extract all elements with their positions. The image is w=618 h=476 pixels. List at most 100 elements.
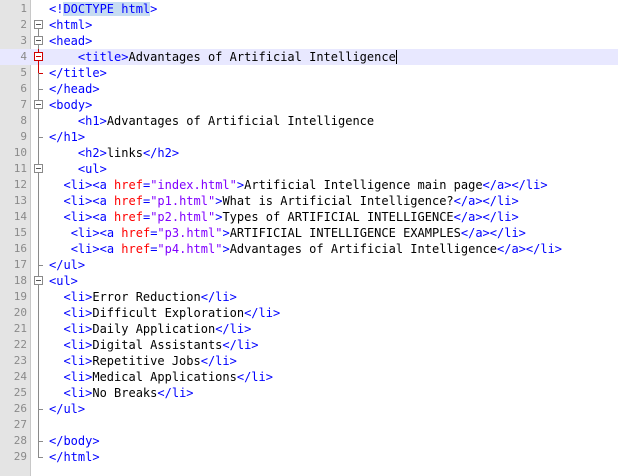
code-text[interactable]: </body> bbox=[49, 433, 100, 449]
code-line[interactable]: 10 <h2>links</h2> bbox=[0, 145, 618, 161]
code-line[interactable]: 8 <h1>Advantages of Artificial Intellige… bbox=[0, 113, 618, 129]
code-line[interactable]: 4 <title>Advantages of Artificial Intell… bbox=[0, 49, 618, 65]
attribute-token: href bbox=[121, 242, 151, 256]
code-line[interactable]: 6 </head> bbox=[0, 81, 618, 97]
fold-guide bbox=[34, 257, 45, 273]
code-text[interactable]: <!DOCTYPE html> bbox=[49, 1, 157, 17]
line-number: 24 bbox=[13, 370, 27, 383]
code-line[interactable]: 18 <ul> bbox=[0, 273, 618, 289]
code-line[interactable]: 26 </ul> bbox=[0, 401, 618, 417]
code-text[interactable]: <li>Repetitive Jobs</li> bbox=[49, 353, 236, 369]
fold-toggle-icon[interactable] bbox=[34, 161, 45, 177]
line-number: 27 bbox=[13, 418, 27, 431]
code-text[interactable]: </h1> bbox=[49, 129, 85, 145]
fold-guide bbox=[34, 209, 45, 225]
code-line[interactable]: 13 <li><a href="p1.html">What is Artific… bbox=[0, 193, 618, 209]
code-text[interactable]: </ul> bbox=[49, 257, 85, 273]
code-line[interactable]: 9 </h1> bbox=[0, 129, 618, 145]
attribute-token: href bbox=[121, 226, 151, 240]
html-tag-token: > bbox=[222, 226, 230, 240]
code-line[interactable]: 19 <li>Error Reduction</li> bbox=[0, 289, 618, 305]
code-text[interactable]: <li>Digital Assistants</li> bbox=[49, 337, 258, 353]
text-token: No Breaks bbox=[92, 386, 158, 400]
line-number: 18 bbox=[13, 274, 27, 287]
code-line[interactable]: 7 <body> bbox=[0, 97, 618, 113]
text-token: Artificial Intelligence main page bbox=[244, 178, 483, 192]
code-editor[interactable]: 1 <!DOCTYPE html> 2 <html> 3 <head> 4 <title>A… bbox=[0, 0, 618, 476]
line-number: 6 bbox=[20, 82, 27, 95]
html-tag-token: <li> bbox=[63, 338, 93, 352]
code-text[interactable]: <li>Medical Applications</li> bbox=[49, 369, 273, 385]
html-tag-token: </a> bbox=[497, 242, 526, 256]
code-line[interactable]: 28 </body> bbox=[0, 433, 618, 449]
code-text[interactable]: <h2>links</h2> bbox=[49, 145, 179, 161]
fold-guide bbox=[34, 289, 45, 305]
code-text[interactable]: <li><a href="p1.html">What is Artificial… bbox=[49, 193, 518, 209]
string-token: "p4.html" bbox=[157, 242, 223, 256]
html-tag-token: > bbox=[222, 242, 230, 256]
code-text[interactable]: <ul> bbox=[49, 161, 107, 177]
code-line[interactable]: 24 <li>Medical Applications</li> bbox=[0, 369, 618, 385]
fold-toggle-icon[interactable] bbox=[34, 273, 45, 289]
fold-toggle-icon[interactable] bbox=[34, 97, 45, 113]
line-number: 23 bbox=[13, 354, 27, 367]
code-text[interactable]: <body> bbox=[49, 97, 92, 113]
code-line[interactable]: 15 <li><a href="p3.html">ARTIFICIAL INTE… bbox=[0, 225, 618, 241]
code-line[interactable]: 1 <!DOCTYPE html> bbox=[0, 1, 618, 17]
code-line[interactable]: 17 </ul> bbox=[0, 257, 618, 273]
code-line[interactable]: 14 <li><a href="p2.html">Types of ARTIFI… bbox=[0, 209, 618, 225]
html-tag-token: <h2> bbox=[77, 146, 107, 160]
code-line[interactable]: 12 <li><a href="index.html">Artificial I… bbox=[0, 177, 618, 193]
fold-toggle-icon[interactable] bbox=[34, 17, 45, 33]
code-line[interactable]: 16 <li><a href="p4.html">Advantages of A… bbox=[0, 241, 618, 257]
html-tag-token: </li> bbox=[525, 242, 563, 256]
code-text[interactable]: <head> bbox=[49, 33, 92, 49]
code-text[interactable]: </head> bbox=[49, 81, 100, 97]
code-line[interactable]: 11 <ul> bbox=[0, 161, 618, 177]
code-text[interactable]: <ul> bbox=[49, 273, 78, 289]
text-token: Daily Application bbox=[92, 322, 216, 336]
line-number: 22 bbox=[13, 338, 27, 351]
fold-toggle-icon[interactable] bbox=[34, 33, 45, 49]
code-line[interactable]: 29 </html> bbox=[0, 449, 618, 465]
code-text[interactable]: </html> bbox=[49, 449, 100, 465]
code-text[interactable]: <li><a href="p2.html">Types of ARTIFICIA… bbox=[49, 209, 518, 225]
code-text[interactable]: </ul> bbox=[49, 401, 85, 417]
code-text[interactable]: <li>Daily Application</li> bbox=[49, 321, 251, 337]
code-line[interactable]: 2 <html> bbox=[0, 17, 618, 33]
code-line[interactable]: 25 <li>No Breaks</li> bbox=[0, 385, 618, 401]
code-text[interactable]: <h1>Advantages of Artificial Intelligenc… bbox=[49, 113, 374, 129]
code-text[interactable]: <li>Error Reduction</li> bbox=[49, 289, 236, 305]
code-line[interactable]: 27 bbox=[0, 417, 618, 433]
code-text[interactable]: <html> bbox=[49, 17, 92, 33]
fold-toggle-icon[interactable] bbox=[34, 49, 45, 65]
line-number: 2 bbox=[20, 18, 27, 31]
code-line[interactable]: 22 <li>Digital Assistants</li> bbox=[0, 337, 618, 353]
code-text[interactable]: <li><a href="p4.html">Advantages of Arti… bbox=[49, 241, 562, 257]
code-line[interactable]: 21 <li>Daily Application</li> bbox=[0, 321, 618, 337]
html-tag-token: </head> bbox=[49, 82, 100, 96]
code-line[interactable]: 23 <li>Repetitive Jobs</li> bbox=[0, 353, 618, 369]
code-text[interactable]: <li><a href="index.html">Artificial Inte… bbox=[49, 177, 547, 193]
code-text[interactable]: <title>Advantages of Artificial Intellig… bbox=[49, 49, 397, 65]
line-number: 19 bbox=[13, 290, 27, 303]
code-line[interactable]: 3 <head> bbox=[0, 33, 618, 49]
html-tag-token: <a bbox=[92, 178, 115, 192]
html-tag-token: </html> bbox=[49, 450, 100, 464]
fold-guide bbox=[34, 401, 45, 417]
html-tag-token: <li> bbox=[63, 370, 93, 384]
code-text[interactable]: <li>No Breaks</li> bbox=[49, 385, 193, 401]
code-line[interactable]: 5 </title> bbox=[0, 65, 618, 81]
html-tag-token: </a> bbox=[453, 210, 483, 224]
code-text[interactable]: <li>Difficult Exploration</li> bbox=[49, 305, 280, 321]
attribute-token: href bbox=[114, 210, 143, 224]
code-text[interactable]: </title> bbox=[49, 65, 107, 81]
html-tag-token: <head> bbox=[49, 34, 93, 48]
code-text[interactable]: <li><a href="p3.html">ARTIFICIAL INTELLI… bbox=[49, 225, 526, 241]
code-line[interactable]: 20 <li>Difficult Exploration</li> bbox=[0, 305, 618, 321]
line-number: 15 bbox=[13, 226, 27, 239]
fold-guide bbox=[34, 177, 45, 193]
